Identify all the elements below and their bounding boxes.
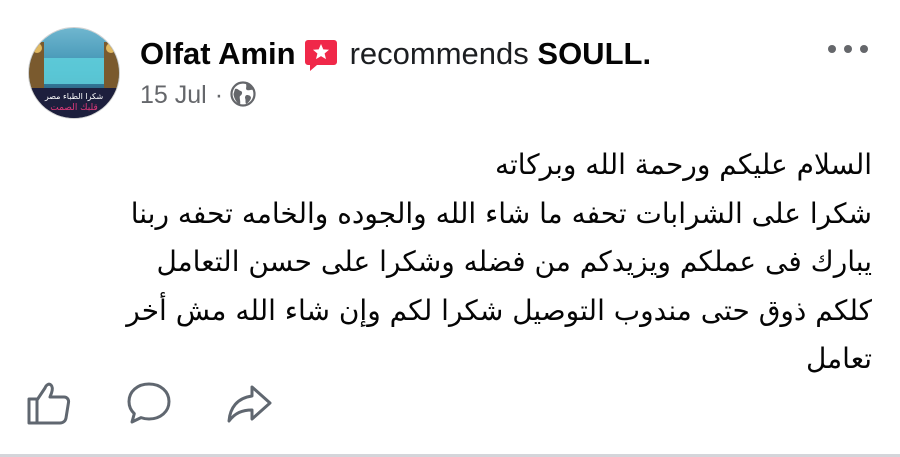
recommendation-star-icon: [303, 34, 338, 74]
page-name-link[interactable]: SOULL.: [537, 36, 651, 71]
avatar-image: شكرا الطباء مصر قلبك الصمت: [29, 28, 119, 118]
post-actions: [24, 378, 324, 428]
more-dot-icon: [828, 45, 836, 53]
author-name[interactable]: Olfat Amin: [140, 36, 296, 71]
post-text-line: شكرا على الشرابات تحفه ما شاء الله والجو…: [130, 196, 872, 230]
share-icon: [227, 385, 272, 423]
avatar-caption-bottom: قلبك الصمت: [50, 103, 98, 113]
like-icon: [27, 382, 71, 425]
comment-button[interactable]: [124, 378, 174, 428]
post-meta: 15 Jul ·: [140, 78, 257, 112]
post-text-line: السلام عليكم ورحمة الله وبركاته: [494, 148, 872, 181]
globe-icon[interactable]: [229, 80, 257, 108]
post-text: السلام عليكم ورحمة الله وبركاته شكرا على…: [22, 141, 872, 384]
action-text: recommends: [349, 36, 529, 71]
post-text-line: كلكم ذوق حتى مندوب التوصيل شكرا لكم وإن …: [126, 293, 872, 327]
like-button[interactable]: [24, 378, 74, 428]
post-text-line: تعامل: [805, 342, 872, 375]
meta-separator: ·: [214, 81, 224, 109]
more-dot-icon: [860, 45, 868, 53]
post-text-line: يبارك فى عملكم ويزيدكم من فضله وشكرا على…: [156, 245, 872, 278]
comment-icon: [127, 382, 171, 424]
post-date[interactable]: 15 Jul: [140, 81, 207, 109]
avatar[interactable]: شكرا الطباء مصر قلبك الصمت: [28, 27, 120, 119]
more-dot-icon: [844, 45, 852, 53]
share-button[interactable]: [224, 378, 274, 428]
avatar-caption-top: شكرا الطباء مصر: [44, 92, 104, 101]
post-header: Olfat Amin recommends SOULL.: [140, 34, 651, 74]
more-options-button[interactable]: [828, 36, 868, 62]
post-card: شكرا الطباء مصر قلبك الصمت Olfat Amin re…: [0, 0, 900, 457]
